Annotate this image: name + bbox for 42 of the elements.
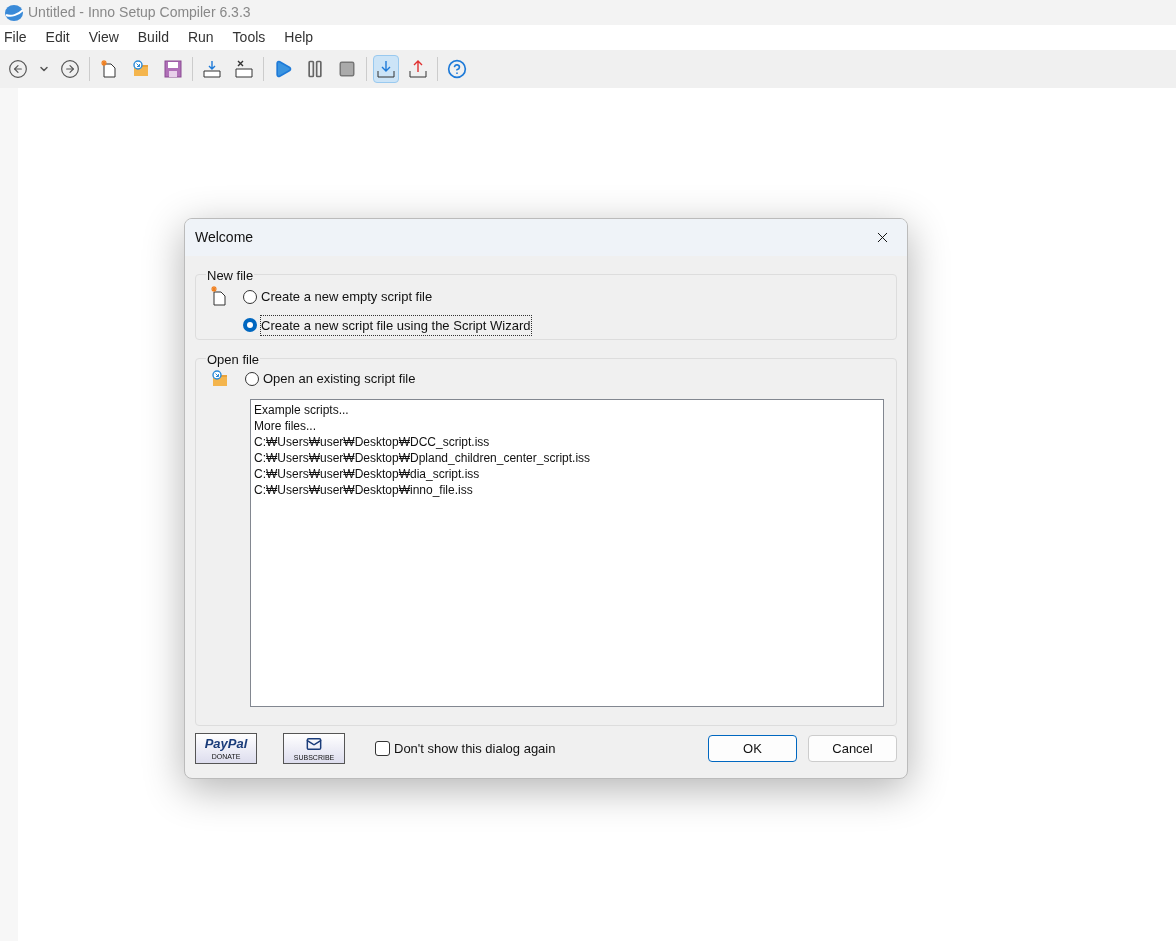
radio-label[interactable]: Create a new script file using the Script Wizard [261, 315, 531, 335]
menu-item[interactable]: Edit [45, 27, 70, 48]
radio-label[interactable]: Open an existing script file [263, 369, 416, 389]
back-icon [8, 59, 28, 79]
file-list-item[interactable]: C:₩Users₩user₩Desktop₩dia_script.iss [254, 466, 880, 482]
save-icon [163, 59, 183, 79]
new-file-icon [209, 285, 229, 307]
menu-item[interactable]: File [4, 27, 27, 48]
file-list-item[interactable]: C:₩Users₩user₩Desktop₩inno_file.iss [254, 482, 880, 498]
checkbox[interactable] [375, 741, 390, 756]
file-list-item[interactable]: C:₩Users₩user₩Desktop₩DCC_script.iss [254, 434, 880, 450]
file-list-item[interactable]: More files... [254, 418, 880, 434]
radio-button[interactable] [245, 372, 259, 386]
download-icon [376, 59, 396, 79]
checkbox-label[interactable]: Don't show this dialog again [394, 738, 556, 759]
file-list-item[interactable]: C:₩Users₩user₩Desktop₩Dpland_children_center_script.iss [254, 450, 880, 466]
dialog-title: Welcome [195, 228, 254, 247]
stop-compile-icon [234, 59, 254, 79]
menu-item[interactable]: View [88, 27, 119, 48]
menu-item[interactable]: Run [187, 27, 214, 48]
radio-button[interactable] [243, 289, 257, 304]
envelope-icon [306, 736, 322, 752]
menu-item[interactable]: Tools [232, 27, 266, 48]
radio-button[interactable] [243, 318, 257, 333]
file-list-item[interactable]: Example scripts... [254, 402, 880, 418]
upload-icon [408, 59, 428, 79]
toolbar-button[interactable] [373, 55, 399, 83]
new-file-icon [99, 59, 119, 79]
window-title: Untitled - Inno Setup Compiler 6.3.3 [28, 3, 251, 22]
radio-label[interactable]: Create a new empty script file [261, 287, 433, 307]
menu-item[interactable]: Build [137, 27, 169, 48]
menu-item[interactable]: Help [284, 27, 314, 48]
dialog-button[interactable]: OK [708, 735, 797, 762]
open-folder-icon [131, 59, 151, 79]
compile-icon [202, 59, 222, 79]
forward-icon [60, 59, 80, 79]
app-logo-icon [4, 3, 24, 22]
dialog-button[interactable]: Cancel [808, 735, 897, 762]
pause-icon [305, 59, 325, 79]
stop-icon [338, 60, 356, 78]
play-icon [273, 59, 293, 79]
help-icon [447, 59, 467, 79]
